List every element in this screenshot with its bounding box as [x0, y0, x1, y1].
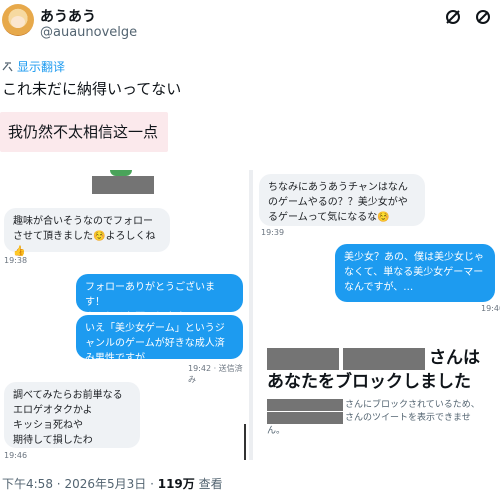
block-title-line2: あなたをブロックしました	[267, 372, 471, 392]
more-icon[interactable]	[474, 8, 492, 26]
grok-icon[interactable]	[444, 8, 462, 26]
chat-message: いえ「美少女ゲーム」というジャンルのゲームが好きな成人済み男性ですが…	[76, 315, 243, 364]
avatar-edge	[110, 170, 132, 176]
views-count: 119万	[157, 477, 195, 491]
views-label: 查看	[198, 477, 223, 491]
show-translation-label: 显示翻译	[17, 60, 66, 74]
chat-message: フォローありがとうございます！ よろしくお願いします！	[76, 274, 243, 323]
user-handle[interactable]: @auaunovelge	[40, 25, 137, 40]
screenshot-right: ちなみにあうあうチャンはなんのゲームやるの？？美少女がやるゲームって気になるな☺…	[253, 170, 500, 460]
chat-message: ちなみにあうあうチャンはなんのゲームやるの？？美少女がやるゲームって気になるな☺…	[259, 174, 425, 226]
post-date[interactable]: 2026年5月3日	[64, 477, 146, 491]
block-subtitle: さんのツイートを表示できませ	[345, 413, 471, 423]
tweet-text: これ未だに納得いってない	[2, 80, 182, 98]
separator: ·	[56, 477, 61, 491]
redacted-name	[267, 399, 343, 411]
screenshot-left: 趣味が合いそうなのでフォローさせて頂きました☺️よろしくね👍 19:38 フォロ…	[0, 170, 249, 460]
redacted-name	[267, 412, 343, 424]
avatar-face	[11, 16, 25, 28]
chat-message: 趣味が合いそうなのでフォローさせて頂きました☺️よろしくね👍	[4, 208, 170, 257]
redacted-name	[267, 348, 339, 370]
post-time[interactable]: 下午4:58	[2, 477, 53, 491]
block-subtitle: さんにブロックされているため、	[345, 400, 480, 410]
block-title: さんは	[429, 348, 480, 368]
avatar[interactable]	[2, 4, 34, 36]
message-time: 19:46	[4, 451, 28, 460]
tweet-meta: 下午4:58 · 2026年5月3日 · 119万 查看	[2, 475, 223, 492]
display-name[interactable]: あうあう	[40, 6, 96, 26]
message-time: 19:39	[261, 228, 285, 237]
separator: ·	[150, 477, 154, 491]
message-time: 19:38	[4, 256, 28, 265]
scroll-indicator	[244, 424, 246, 460]
chat-message: 美少女？あの、僕は美少女じゃなくて、単なる美少女ゲーマーなんですが、…	[335, 244, 495, 302]
translation-text: 我仍然不太相信这一点	[8, 123, 159, 141]
chat-message: 調べてみたらお前単なるエロゲオタクかよ キッショ死ねや 期待して損したわ	[4, 382, 140, 448]
redacted-avatar	[92, 176, 154, 194]
redacted-name	[343, 348, 425, 370]
message-time: 19:42 · 送信済み	[188, 364, 243, 384]
show-translation-button[interactable]: 显示翻译	[2, 58, 65, 75]
message-time: 19:40	[481, 304, 500, 313]
tweet-image[interactable]: 趣味が合いそうなのでフォローさせて頂きました☺️よろしくね👍 19:38 フォロ…	[0, 170, 500, 460]
block-subtitle: ん。	[267, 426, 286, 436]
translate-icon	[2, 62, 13, 72]
